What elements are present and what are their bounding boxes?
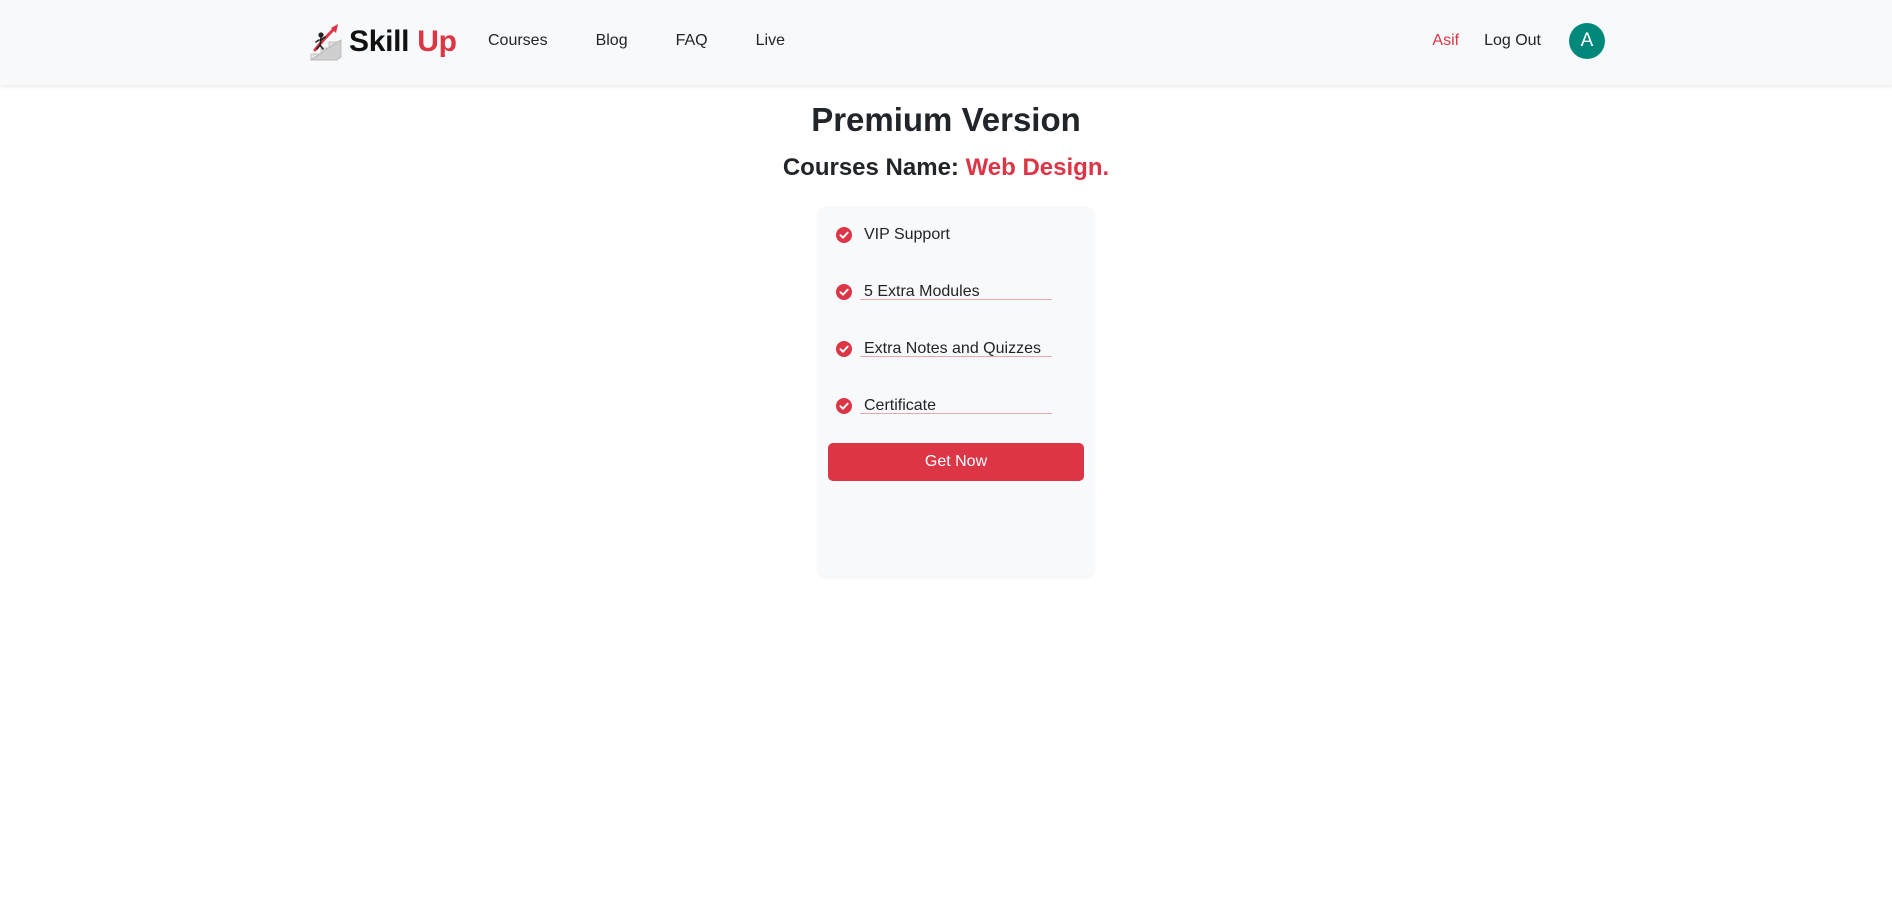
page-title: Premium Version — [811, 101, 1081, 138]
check-circle-icon — [836, 398, 852, 414]
user-area: Asif Log Out A — [1432, 0, 1605, 82]
user-name: Asif — [1432, 32, 1460, 49]
avatar[interactable]: A — [1569, 23, 1605, 59]
premium-features-card: VIP Support 5 Extra Modules Extra Notes … — [818, 207, 1094, 577]
feature-item: Extra Notes and Quizzes — [836, 337, 1041, 361]
feature-label: 5 Extra Modules — [864, 283, 980, 300]
check-circle-icon — [836, 341, 852, 357]
brand-name-part2: Up — [417, 25, 457, 58]
course-heading: Courses Name: Web Design. — [0, 154, 1892, 183]
nav-link-faq[interactable]: FAQ — [676, 32, 708, 50]
course-prefix: Courses Name: — [782, 153, 959, 181]
get-now-button[interactable]: Get Now — [828, 443, 1084, 481]
main-content: Premium Version Courses Name: Web Design… — [0, 85, 1892, 577]
main-nav: Courses Blog FAQ Live — [488, 0, 833, 82]
brand-name: Skill Up — [349, 25, 457, 59]
feature-item: 5 Extra Modules — [836, 280, 980, 304]
feature-label: Certificate — [864, 397, 937, 414]
check-circle-icon — [836, 227, 852, 243]
logout-button[interactable]: Log Out — [1484, 32, 1541, 50]
nav-link-live[interactable]: Live — [756, 32, 785, 50]
top-navbar: Skill Up Courses Blog FAQ Live Asif Log … — [0, 0, 1892, 85]
nav-link-courses[interactable]: Courses — [488, 32, 548, 50]
feature-item: Certificate — [836, 394, 936, 418]
feature-label: Extra Notes and Quizzes — [864, 340, 1041, 357]
brand-logo-link[interactable]: Skill Up — [307, 18, 457, 66]
check-circle-icon — [836, 284, 852, 300]
feature-item: VIP Support — [836, 223, 950, 247]
feature-label: VIP Support — [864, 226, 950, 243]
nav-link-blog[interactable]: Blog — [596, 32, 628, 50]
course-name: Web Design. — [965, 153, 1110, 181]
stairs-climber-icon — [309, 24, 342, 61]
brand-name-part1: Skill — [349, 25, 410, 58]
